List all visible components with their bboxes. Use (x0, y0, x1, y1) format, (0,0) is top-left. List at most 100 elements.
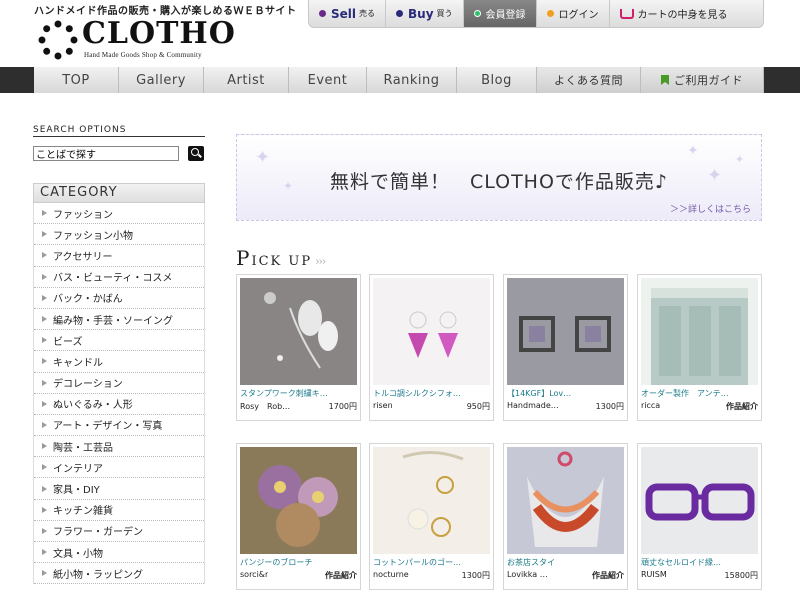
promo-banner[interactable]: ✦ ✦ ✦ ✦ ✦ 無料で簡単！ CLOTHOで作品販売♪ ＞＞詳しくはこちら (236, 134, 762, 221)
category-item[interactable]: アート・デザイン・写真 (34, 415, 204, 437)
category-item[interactable]: 紙小物・ラッピング (34, 563, 204, 585)
nav-item-blog[interactable]: Blog (457, 67, 537, 93)
product-card[interactable]: 【14KGF】Lov… Handmade… 1300円 (503, 274, 628, 421)
category-item[interactable]: 編み物・手芸・ソーイング (34, 309, 204, 331)
cart-link[interactable]: カートの中身を見る (610, 0, 738, 27)
product-card[interactable]: 頑丈なセルロイド縁… RUISM 15800円 (637, 443, 762, 590)
category-label: 紙小物・ラッピング (53, 569, 143, 581)
product-name-link[interactable]: 【14KGF】Lov… (507, 388, 624, 399)
nav-left-cap (0, 67, 34, 93)
product-name-link[interactable]: トルコ調シルクシフォ… (373, 388, 490, 399)
bullet-icon (319, 10, 326, 17)
arrow-right-icon (42, 506, 47, 513)
banner-headline: 無料で簡単！ CLOTHOで作品販売♪ (329, 171, 669, 193)
product-image[interactable] (507, 278, 624, 385)
product-card[interactable]: パンジーのブローチ sorci&r 作品紹介 (236, 443, 361, 590)
sparkle-icon: ✦ (735, 153, 745, 166)
category-item[interactable]: インテリア (34, 457, 204, 479)
product-card[interactable]: スタンプワーク刺繍キ… Rosy Rob… 1700円 (236, 274, 361, 421)
category-item[interactable]: フラワー・ガーデン (34, 521, 204, 542)
shop-name[interactable]: Handmade… (507, 401, 559, 412)
nav-item-gallery[interactable]: Gallery (119, 67, 204, 93)
category-label: ぬいぐるみ・人形 (53, 400, 133, 412)
arrow-right-icon (42, 549, 47, 556)
register-link[interactable]: 会員登録 (463, 0, 537, 27)
product-card[interactable]: トルコ調シルクシフォ… risen 950円 (369, 274, 494, 421)
category-item[interactable]: 家具・DIY (34, 478, 204, 500)
category-item[interactable]: キャンドル (34, 351, 204, 373)
shop-name[interactable]: nocturne (373, 570, 409, 581)
category-title: CATEGORY (33, 183, 205, 203)
site-logo[interactable]: CLOTHO Hand Made Goods Shop & Community (38, 16, 248, 62)
product-name-link[interactable]: スタンプワーク刺繍キ… (240, 388, 357, 399)
product-name-link[interactable]: オーダー製作 アンテ… (641, 388, 758, 399)
category-label: バック・かばん (53, 294, 123, 306)
arrow-right-icon (42, 421, 47, 428)
category-item[interactable]: バス・ビューティ・コスメ (34, 267, 204, 288)
product-image[interactable] (240, 278, 357, 385)
bookmark-icon (661, 75, 669, 85)
product-name-link[interactable]: お茶店スタイ (507, 557, 624, 568)
product-card[interactable]: オーダー製作 アンテ… ricca 作品紹介 (637, 274, 762, 421)
product-image[interactable] (373, 278, 490, 385)
login-link[interactable]: ログイン (537, 0, 610, 27)
sell-link[interactable]: Sell 売る (309, 0, 387, 27)
nav-item-artist[interactable]: Artist (204, 67, 289, 93)
arrow-right-icon (42, 464, 47, 471)
nav-item-event[interactable]: Event (289, 67, 367, 93)
product-price: 950円 (466, 402, 490, 411)
bullet-icon (473, 10, 481, 17)
category-item[interactable]: ファッション (34, 203, 204, 225)
category-item[interactable]: ファッション小物 (34, 224, 204, 246)
search-input[interactable] (33, 146, 179, 161)
shop-name[interactable]: Rosy Rob… (240, 401, 290, 412)
search-button[interactable] (188, 146, 204, 161)
product-meta: sorci&r 作品紹介 (240, 570, 357, 581)
product-image[interactable] (240, 447, 357, 554)
category-item[interactable]: 文具・小物 (34, 542, 204, 564)
category-item[interactable]: ぬいぐるみ・人形 (34, 394, 204, 415)
category-item[interactable]: キッチン雑貨 (34, 500, 204, 521)
nav-item-ranking[interactable]: Ranking (367, 67, 457, 93)
category-label: 文具・小物 (53, 548, 103, 560)
buy-sub-label: 買う (436, 9, 453, 18)
arrow-right-icon (42, 527, 47, 534)
product-image[interactable] (641, 278, 758, 385)
product-card[interactable]: コットンパールのゴー… nocturne 1300円 (369, 443, 494, 590)
buy-link[interactable]: Buy 買う (386, 0, 464, 27)
category-item[interactable]: ビーズ (34, 330, 204, 352)
product-image[interactable] (641, 447, 758, 554)
sell-label: Sell (331, 6, 357, 21)
product-name-link[interactable]: パンジーのブローチ (240, 557, 357, 568)
nav-item-top[interactable]: TOP (34, 67, 119, 93)
product-meta: Lovikka … 作品紹介 (507, 570, 624, 581)
arrow-right-icon (42, 231, 47, 238)
product-card[interactable]: お茶店スタイ Lovikka … 作品紹介 (503, 443, 628, 590)
product-price: 15800円 (724, 571, 758, 580)
nav-item-guide[interactable]: ご利用ガイド (641, 67, 764, 93)
category-item[interactable]: 陶芸・工芸品 (34, 436, 204, 458)
shop-name[interactable]: Lovikka … (507, 570, 548, 581)
category-item[interactable]: バック・かばん (34, 288, 204, 309)
product-image[interactable] (507, 447, 624, 554)
category-item[interactable]: アクセサリー (34, 245, 204, 267)
nav-item-faq[interactable]: よくある質問 (537, 67, 641, 93)
cart-label: カートの中身を見る (637, 10, 728, 21)
shop-name[interactable]: sorci&r (240, 570, 268, 581)
category-item[interactable]: デコレーション (34, 373, 204, 394)
shop-name[interactable]: risen (373, 401, 393, 412)
login-label: ログイン (558, 10, 599, 21)
main-nav: TOP Gallery Artist Event Ranking Blog よく… (0, 67, 800, 93)
product-price: 1300円 (595, 402, 624, 411)
shop-name[interactable]: RUISM (641, 570, 667, 581)
banner-details-link[interactable]: ＞＞詳しくはこちら (670, 202, 751, 215)
shop-name[interactable]: ricca (641, 401, 660, 412)
category-label: アート・デザイン・写真 (53, 421, 163, 433)
search-row (33, 146, 205, 161)
product-name-link[interactable]: コットンパールのゴー… (373, 557, 490, 568)
arrow-right-icon (42, 358, 47, 365)
product-meta: risen 950円 (373, 401, 490, 412)
product-name-link[interactable]: 頑丈なセルロイド縁… (641, 557, 758, 568)
category-label: アクセサリー (53, 251, 113, 263)
product-image[interactable] (373, 447, 490, 554)
